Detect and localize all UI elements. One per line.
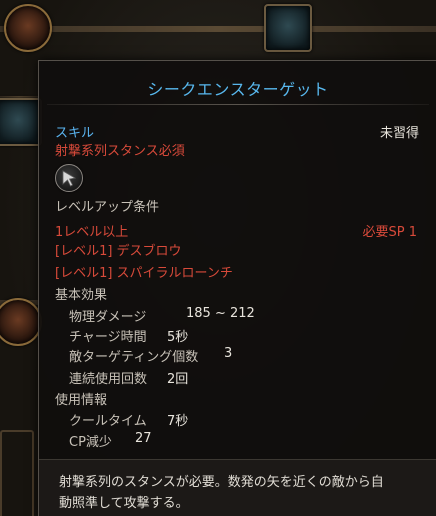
usage-value: 7秒 xyxy=(167,414,189,429)
skill-node-compass-icon[interactable] xyxy=(4,4,52,52)
skill-title: シークエンスターゲット xyxy=(147,80,329,99)
prereq-item: [レベル1] スパイラルローンチ xyxy=(55,266,233,281)
description-line: 射撃系列のスタンスが必要。数発の矢を近くの敵から自 xyxy=(59,475,384,490)
stance-requirement: 射撃系列スタンス必須 xyxy=(55,144,185,159)
tree-connector xyxy=(0,26,436,32)
title-divider xyxy=(47,104,429,105)
effect-label: チャージ時間 xyxy=(69,330,147,345)
skill-description: 射撃系列のスタンスが必要。数発の矢を近くの敵から自 動照準して攻撃する。 xyxy=(39,459,436,516)
basic-effect-header: 基本効果 xyxy=(55,288,108,303)
skill-node-arrow-icon[interactable] xyxy=(0,98,42,146)
usage-value: 27 xyxy=(135,431,152,446)
usage-header: 使用情報 xyxy=(55,393,108,408)
usage-label: CP減少 xyxy=(69,435,112,450)
skill-tree-screen: シークエンスターゲット スキル 未習得 射撃系列スタンス必須 レベルアップ条件 … xyxy=(0,0,436,516)
effect-value: 3 xyxy=(224,346,233,361)
levelup-sp: 必要SP 1 xyxy=(362,225,418,240)
levelup-header: レベルアップ条件 xyxy=(55,200,160,215)
usage-label: クールタイム xyxy=(69,414,147,429)
learn-status: 未習得 xyxy=(379,126,419,141)
skill-tooltip: シークエンスターゲット スキル 未習得 射撃系列スタンス必須 レベルアップ条件 … xyxy=(38,60,436,516)
levelup-level: 1レベル以上 xyxy=(55,225,129,240)
arrow-cursor-icon xyxy=(55,164,83,192)
skill-type-label: スキル xyxy=(55,126,95,141)
description-line: 動照準して攻撃する。 xyxy=(59,496,189,511)
effect-label: 物理ダメージ xyxy=(69,310,147,325)
effect-label: 敵ターゲティング個数 xyxy=(69,350,199,365)
tree-frame xyxy=(0,430,34,516)
skill-node-hawk-icon[interactable] xyxy=(264,4,312,52)
effect-value: 5秒 xyxy=(167,330,189,345)
effect-value: 185 ~ 212 xyxy=(186,306,255,321)
effect-label: 連続使用回数 xyxy=(69,372,148,387)
effect-value: 2回 xyxy=(167,372,189,387)
skill-node-crossbow-icon[interactable] xyxy=(0,298,42,346)
prereq-item: [レベル1] デスブロウ xyxy=(55,244,182,259)
